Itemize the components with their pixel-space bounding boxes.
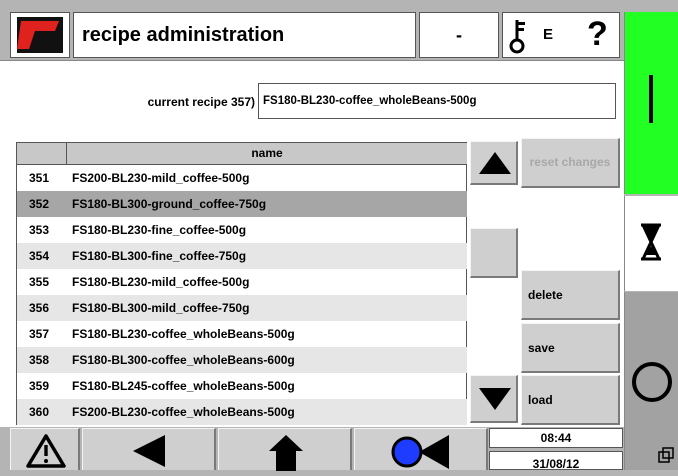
scroll-down-button[interactable] [470, 375, 518, 423]
delete-button[interactable]: delete [521, 270, 620, 320]
table-row[interactable]: 352 FS180-BL300-ground_coffee-750g [17, 191, 467, 217]
column-header-number [17, 143, 67, 165]
load-button[interactable]: load [521, 375, 620, 425]
table-row[interactable]: 358 FS180-BL300-coffee_wholeBeans-600g [17, 347, 467, 373]
user-login-area[interactable]: E ? [502, 12, 620, 58]
recipe-number: 358 [29, 353, 50, 367]
scroll-up-button[interactable] [470, 141, 518, 185]
scroll-thumb[interactable] [470, 228, 518, 278]
page-title: recipe administration [73, 12, 416, 58]
recipe-name: FS180-BL300-ground_coffee-750g [72, 197, 267, 211]
recipe-name: FS180-BL300-mild_coffee-750g [72, 301, 250, 315]
recipe-number: 353 [29, 223, 50, 237]
recipe-number: 355 [29, 275, 50, 289]
recipe-table: name 351 FS200-BL230-mild_coffee-500g 352 F… [16, 142, 467, 425]
status-indicator: - [419, 12, 499, 58]
recipe-number: 360 [29, 405, 50, 419]
recipe-number: 356 [29, 301, 50, 315]
recipe-name: FS200-BL230-mild_coffee-500g [72, 171, 250, 185]
logo [10, 12, 70, 58]
start-button[interactable] [624, 12, 678, 194]
table-row[interactable]: 359 FS180-BL245-coffee_wholeBeans-500g [17, 373, 467, 399]
recipe-name: FS180-BL230-fine_coffee-500g [72, 223, 247, 237]
warning-button[interactable] [10, 428, 80, 470]
logo-icon [17, 17, 63, 53]
current-recipe-field[interactable]: FS180-BL230-coffee_wholeBeans-500g [258, 83, 616, 119]
record-button[interactable] [354, 428, 488, 470]
recipe-number: 352 [29, 197, 50, 211]
back-button[interactable] [82, 428, 216, 470]
table-row[interactable]: 354 FS180-BL300-fine_coffee-750g [17, 243, 467, 269]
recipe-name: FS180-BL300-fine_coffee-750g [72, 249, 247, 263]
home-button[interactable] [218, 428, 352, 471]
recipe-name: FS180-BL245-coffee_wholeBeans-500g [72, 379, 295, 393]
table-row[interactable]: 355 FS180-BL230-mild_coffee-500g [17, 269, 467, 295]
arrow-left-icon [133, 435, 165, 467]
table-row[interactable]: 353 FS180-BL230-fine_coffee-500g [17, 217, 467, 243]
recipe-name: FS200-BL230-coffee_wholeBeans-500g [72, 405, 295, 419]
save-button[interactable]: save [521, 323, 620, 373]
table-row[interactable]: 357 FS180-BL230-coffee_wholeBeans-500g [17, 321, 467, 347]
recipe-name: FS180-BL230-coffee_wholeBeans-500g [72, 327, 295, 341]
table-row[interactable]: 351 FS200-BL230-mild_coffee-500g [17, 165, 467, 191]
reset-changes-button[interactable]: reset changes [521, 138, 620, 188]
key-icon[interactable] [507, 17, 531, 55]
time-display: 08:44 [489, 428, 623, 448]
busy-indicator [624, 196, 678, 291]
recipe-number: 351 [29, 171, 50, 185]
stop-button[interactable] [624, 292, 678, 470]
recipe-number: 359 [29, 379, 50, 393]
triangle-up-icon [479, 152, 511, 174]
recipe-number: 357 [29, 327, 50, 341]
table-row[interactable]: 356 FS180-BL300-mild_coffee-750g [17, 295, 467, 321]
user-level-label: E [543, 26, 554, 43]
window-icon [658, 447, 674, 463]
record-icon [391, 435, 449, 469]
warning-icon [26, 434, 66, 468]
table-row[interactable]: 360 FS200-BL230-coffee_wholeBeans-500g [17, 399, 467, 425]
column-header-name[interactable]: name [67, 143, 467, 165]
hourglass-icon [641, 223, 661, 261]
recipe-name: FS180-BL230-mild_coffee-500g [72, 275, 250, 289]
current-recipe-label: current recipe 357) [147, 95, 255, 109]
recipe-name: FS180-BL300-coffee_wholeBeans-600g [72, 353, 295, 367]
help-icon[interactable]: ? [587, 11, 608, 57]
triangle-down-icon [479, 388, 511, 410]
date-display: 31/08/12 [489, 451, 623, 471]
start-icon [649, 75, 653, 123]
stop-circle-icon [632, 362, 672, 402]
home-icon [269, 435, 303, 471]
recipe-number: 354 [29, 249, 50, 263]
